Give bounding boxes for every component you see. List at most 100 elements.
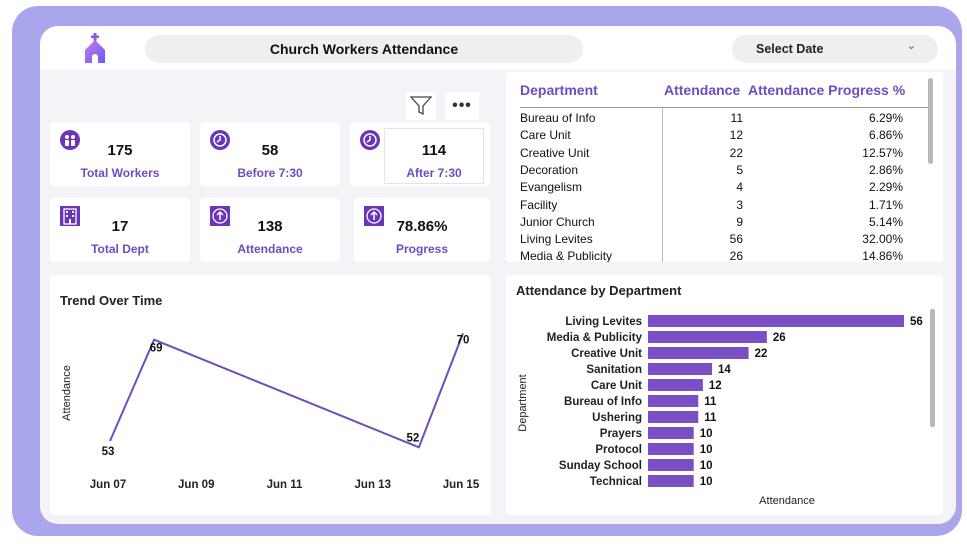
cell-progress: 14.86% bbox=[862, 249, 903, 262]
cell-department: Creative Unit bbox=[520, 145, 590, 160]
cell-department: Care Unit bbox=[520, 128, 571, 143]
cell-department: Evangelism bbox=[520, 180, 583, 195]
kpi-card-before-730: 58 Before 7:30 bbox=[200, 122, 340, 186]
y-axis-label: Attendance bbox=[61, 365, 73, 421]
kpi-card-after-730: 114 After 7:30 bbox=[350, 122, 490, 186]
trend-chart: Attendance Jun 07 Jun 09 Jun 11 Jun 13 Jun 15… bbox=[61, 332, 480, 491]
category-label: Prayers bbox=[600, 428, 642, 440]
y-axis-label: Department bbox=[517, 374, 529, 431]
bar[interactable] bbox=[648, 459, 694, 471]
more-options-button[interactable]: ••• bbox=[445, 92, 479, 120]
data-label: 10 bbox=[700, 444, 713, 456]
category-label: Sanitation bbox=[586, 364, 642, 376]
data-label: 56 bbox=[910, 316, 923, 328]
kpi-label: After 7:30 bbox=[406, 166, 462, 180]
date-select-dropdown[interactable]: Select Date ⌄ bbox=[732, 35, 938, 63]
data-label: 10 bbox=[700, 476, 713, 488]
bar[interactable] bbox=[648, 331, 767, 343]
cell-attendance: 26 bbox=[729, 249, 743, 262]
filter-button[interactable] bbox=[406, 92, 436, 120]
column-header-department[interactable]: Department bbox=[520, 82, 598, 98]
table-row[interactable]: Bureau of Info 11 6.29% bbox=[506, 111, 943, 128]
bar[interactable] bbox=[648, 363, 712, 375]
data-label: 10 bbox=[700, 428, 713, 440]
kpi-card-total-dept: 17 Total Dept bbox=[50, 198, 190, 262]
kpi-card-progress: 78.86% Progress bbox=[354, 198, 490, 262]
category-label: Ushering bbox=[592, 412, 642, 424]
cell-attendance: 56 bbox=[729, 232, 743, 247]
dashboard-title-text: Church Workers Attendance bbox=[269, 41, 459, 57]
bar[interactable] bbox=[648, 347, 749, 359]
cell-progress: 2.86% bbox=[868, 162, 903, 177]
bar[interactable] bbox=[648, 411, 699, 423]
cell-progress: 2.29% bbox=[868, 180, 903, 195]
bar[interactable] bbox=[648, 443, 694, 455]
department-table: Department Attendance Attendance Progres… bbox=[506, 72, 943, 262]
bar[interactable] bbox=[648, 475, 694, 487]
chart-scrollbar[interactable] bbox=[930, 309, 935, 427]
table-row[interactable]: Care Unit 12 6.86% bbox=[506, 128, 943, 145]
data-label: 22 bbox=[755, 348, 768, 360]
cell-department: Living Levites bbox=[520, 232, 593, 247]
x-tick-label: Jun 11 bbox=[267, 479, 303, 491]
cell-attendance: 3 bbox=[736, 197, 743, 212]
bar[interactable] bbox=[648, 395, 699, 407]
bar[interactable] bbox=[648, 379, 703, 391]
table-scrollbar[interactable] bbox=[928, 78, 933, 164]
data-label: 70 bbox=[457, 334, 470, 346]
cell-progress: 12.57% bbox=[862, 145, 903, 160]
bar[interactable] bbox=[648, 315, 904, 327]
kpi-value: 175 bbox=[107, 142, 133, 159]
dept-chart-card: Attendance by Department Living Levites 5… bbox=[506, 275, 943, 515]
table-row[interactable]: Living Levites 56 32.00% bbox=[506, 232, 943, 249]
cell-progress: 1.71% bbox=[868, 197, 903, 212]
kpi-value: 58 bbox=[261, 142, 279, 159]
cell-attendance: 12 bbox=[729, 128, 743, 143]
data-label: 26 bbox=[773, 332, 786, 344]
cell-department: Media & Publicity bbox=[520, 249, 613, 262]
kpi-label: Total Workers bbox=[80, 166, 160, 180]
x-tick-label: Jun 13 bbox=[355, 479, 391, 491]
category-label: Bureau of Info bbox=[564, 396, 642, 408]
cell-department: Facility bbox=[520, 197, 558, 212]
table-row[interactable]: Junior Church 9 5.14% bbox=[506, 215, 943, 232]
cell-progress: 6.29% bbox=[868, 111, 903, 125]
cell-department: Junior Church bbox=[520, 214, 595, 229]
data-label: 52 bbox=[406, 432, 419, 444]
table-row[interactable]: Evangelism 4 2.29% bbox=[506, 180, 943, 197]
table-row[interactable]: Media & Publicity 26 14.86% bbox=[506, 249, 943, 262]
category-label: Media & Publicity bbox=[547, 332, 643, 344]
data-label: 11 bbox=[704, 396, 717, 408]
kpi-label: Before 7:30 bbox=[237, 166, 303, 180]
date-select-label: Select Date bbox=[756, 42, 824, 56]
data-label: 12 bbox=[709, 380, 722, 392]
x-axis-label: Attendance bbox=[759, 495, 815, 507]
header-divider bbox=[520, 107, 928, 108]
trend-line bbox=[109, 332, 464, 449]
column-header-attendance[interactable]: Attendance bbox=[664, 82, 740, 98]
cell-attendance: 22 bbox=[729, 145, 743, 160]
data-label: 53 bbox=[102, 446, 115, 458]
category-label: Protocol bbox=[595, 444, 642, 456]
kpi-label: Progress bbox=[395, 242, 449, 256]
dept-bar-chart: Living Levites 56 Media & Publicity 26 Creat… bbox=[517, 309, 935, 507]
data-label: 14 bbox=[718, 364, 731, 376]
cell-progress: 5.14% bbox=[868, 214, 903, 229]
kpi-value: 138 bbox=[257, 218, 283, 235]
table-row[interactable]: Creative Unit 22 12.57% bbox=[506, 146, 943, 163]
filter-icon bbox=[410, 96, 432, 116]
column-header-progress[interactable]: Attendance Progress % bbox=[748, 82, 905, 98]
kpi-value: 114 bbox=[421, 142, 447, 159]
category-label: Sunday School bbox=[559, 460, 642, 472]
kpi-label: Attendance bbox=[237, 242, 303, 256]
kpi-value: 78.86% bbox=[396, 218, 448, 235]
table-row[interactable]: Decoration 5 2.86% bbox=[506, 163, 943, 180]
category-label: Technical bbox=[590, 476, 642, 488]
cell-attendance: 4 bbox=[736, 180, 743, 195]
bar[interactable] bbox=[648, 427, 694, 439]
dashboard-canvas: Church Workers Attendance Select Date ⌄ … bbox=[40, 26, 956, 524]
cell-attendance: 9 bbox=[736, 214, 743, 229]
category-label: Creative Unit bbox=[571, 348, 642, 360]
cell-department: Bureau of Info bbox=[520, 111, 596, 125]
table-row[interactable]: Facility 3 1.71% bbox=[506, 198, 943, 215]
